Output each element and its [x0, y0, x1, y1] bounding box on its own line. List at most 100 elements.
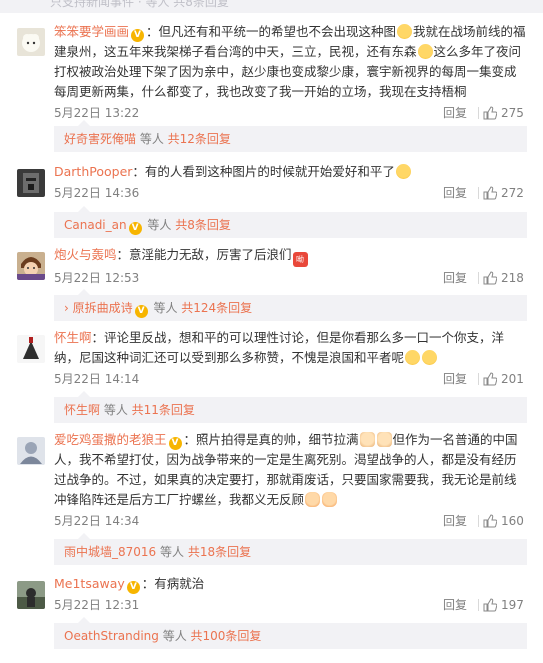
comment-text: 炮火与轰鸣：意淫能力无敌，厉害了后浪们呦	[54, 245, 527, 267]
thumbs-up-icon	[483, 514, 497, 528]
fist-emoji-icon	[322, 492, 338, 507]
reply-summary[interactable]: 好奇害死俺喵 等人 共12条回复	[54, 120, 527, 152]
avatar[interactable]	[17, 437, 45, 465]
username-link[interactable]: 笨笨要学画画	[54, 24, 129, 39]
reply-user-link[interactable]: 好奇害死俺喵	[64, 132, 136, 146]
username-link[interactable]: Me1tsaway	[54, 576, 125, 591]
reply-count-link[interactable]: 共18条回复	[188, 545, 251, 559]
laugh-emoji-icon	[405, 350, 421, 365]
comment-text-part: ：有的人看到这种图片的时候就开始爱好和平了	[132, 164, 395, 179]
avatar[interactable]	[17, 581, 45, 609]
divider	[478, 272, 479, 284]
comment-text-part: ：有病就治	[141, 576, 205, 591]
reply-summary-text: 等人	[149, 301, 182, 315]
grin-emoji-icon	[397, 24, 413, 39]
username-link[interactable]: DarthPooper	[54, 164, 132, 179]
comment-meta: 5月22日 12:31 回复 197	[54, 594, 527, 616]
comment-item: 炮火与轰鸣：意淫能力无敌，厉害了后浪们呦 5月22日 12:53 回复 218 …	[0, 243, 543, 323]
reply-summary[interactable]: 怀生啊 等人 共11条回复	[54, 391, 527, 423]
avatar[interactable]	[17, 28, 45, 56]
like-count: 160	[501, 514, 524, 528]
smirk-emoji-icon	[417, 44, 433, 59]
reply-summary-text: 等人	[156, 545, 188, 559]
previous-comment-replies-bar[interactable]: 只支持新闻事件 · 等人 共8条回复	[0, 0, 543, 13]
cat-emoji-icon	[395, 164, 411, 179]
avatar[interactable]	[17, 252, 45, 280]
chevron-icon: ›	[64, 301, 73, 315]
reply-button[interactable]: 回复	[443, 595, 467, 615]
comment-text: Me1tsaway V ：有病就治	[54, 574, 527, 594]
comment-text: DarthPooper：有的人看到这种图片的时候就开始爱好和平了	[54, 162, 527, 182]
reply-summary-text: 等人	[143, 218, 176, 232]
divider	[478, 515, 479, 527]
comment-meta: 5月22日 14:14 回复 201	[54, 368, 527, 390]
thumbs-up-icon	[483, 271, 497, 285]
reply-summary[interactable]: Canadi_an V 等人 共8条回复	[54, 206, 527, 238]
reply-button[interactable]: 回复	[443, 183, 467, 203]
reply-user-link[interactable]: 怀生啊	[64, 403, 100, 417]
reply-summary[interactable]: 雨中城墙_87016 等人 共18条回复	[54, 533, 527, 565]
username-link[interactable]: 爱吃鸡蛋撒的老狼王	[54, 432, 167, 447]
comment-text-part: ：意淫能力无敌，厉害了后浪们	[116, 247, 292, 262]
reply-summary[interactable]: OeathStranding 等人 共100条回复	[54, 617, 527, 649]
reply-user-link[interactable]: Canadi_an	[64, 218, 127, 232]
reply-count-link[interactable]: 共8条回复	[175, 218, 231, 232]
fist-emoji-icon	[305, 492, 321, 507]
username-link[interactable]: 怀生啊	[54, 330, 92, 345]
reply-count-link[interactable]: 共100条回复	[191, 629, 262, 643]
reply-user-link[interactable]: 原拆曲成诗	[73, 301, 133, 315]
reply-button[interactable]: 回复	[443, 369, 467, 389]
avatar[interactable]	[17, 169, 45, 197]
like-count: 197	[501, 598, 524, 612]
comment-text: 笨笨要学画画 V ：但凡还有和平统一的希望也不会出现这种图 我就在战场前线的福建泉州，…	[54, 22, 527, 102]
comment-meta: 5月22日 14:36 回复 272	[54, 182, 527, 204]
reply-count-link[interactable]: 共12条回复	[168, 132, 231, 146]
comment-text: 怀生啊：评论里反战，想和平的可以理性讨论，但是你看那么多一口一个你支，洋纳，尼国…	[54, 328, 527, 368]
reply-count-link[interactable]: 共124条回复	[181, 301, 252, 315]
reply-count-link[interactable]: 共11条回复	[132, 403, 195, 417]
laugh-emoji-icon	[422, 350, 438, 365]
like-count: 218	[501, 271, 524, 285]
vip-badge-icon: V	[134, 305, 148, 318]
comment-time: 5月22日 13:22	[54, 106, 140, 120]
comment-time: 5月22日 14:34	[54, 514, 140, 528]
vip-badge-icon: V	[131, 29, 145, 42]
thumbs-up-icon	[483, 106, 497, 120]
username-link[interactable]: 炮火与轰鸣	[54, 247, 117, 262]
reply-button[interactable]: 回复	[443, 511, 467, 531]
like-count: 275	[501, 106, 524, 120]
sticker-emoji-icon: 呦	[292, 252, 308, 267]
divider	[478, 187, 479, 199]
comment-meta: 5月22日 13:22 回复 275	[54, 102, 527, 124]
reply-summary-text: 等人	[100, 403, 132, 417]
comment-meta: 5月22日 12:53 回复 218	[54, 267, 527, 289]
thumbs-up-icon	[483, 598, 497, 612]
avatar[interactable]	[17, 335, 45, 363]
comment-text-part: ：照片拍得是真的帅，细节拉满	[183, 432, 359, 447]
reply-summary-text: 等人	[136, 132, 168, 146]
comment-item: 爱吃鸡蛋撒的老狼王 V ：照片拍得是真的帅，细节拉满 但作为一名普通的中国人，我不希望…	[0, 428, 543, 568]
comment-item: Me1tsaway V ：有病就治 5月22日 12:31 回复 197 Oeath…	[0, 572, 543, 663]
divider	[478, 599, 479, 611]
like-count: 272	[501, 186, 524, 200]
comment-item: 笨笨要学画画 V ：但凡还有和平统一的希望也不会出现这种图 我就在战场前线的福建泉州，…	[0, 13, 543, 152]
reply-user-link[interactable]: OeathStranding	[64, 629, 159, 643]
comment-text: 爱吃鸡蛋撒的老狼王 V ：照片拍得是真的帅，细节拉满 但作为一名普通的中国人，我不希望…	[54, 430, 527, 510]
vip-badge-icon: V	[168, 437, 182, 450]
comment-time: 5月22日 14:36	[54, 186, 140, 200]
comment-time: 5月22日 14:14	[54, 372, 140, 386]
divider	[478, 107, 479, 119]
reply-button[interactable]: 回复	[443, 103, 467, 123]
reply-button[interactable]: 回复	[443, 268, 467, 288]
like-count: 201	[501, 372, 524, 386]
thumbs-up-icon	[483, 186, 497, 200]
thumbs-up-icon	[483, 372, 497, 386]
reply-summary[interactable]: › 原拆曲成诗 V 等人 共124条回复	[54, 289, 527, 321]
vip-badge-icon: V	[128, 222, 142, 235]
thumbs-up-emoji-icon	[359, 432, 375, 447]
reply-user-link[interactable]: 雨中城墙_87016	[64, 545, 156, 559]
vip-badge-icon: V	[126, 581, 140, 594]
comment-time: 5月22日 12:31	[54, 598, 140, 612]
thumbs-up-emoji-icon	[376, 432, 392, 447]
reply-summary-text: 等人	[158, 629, 191, 643]
